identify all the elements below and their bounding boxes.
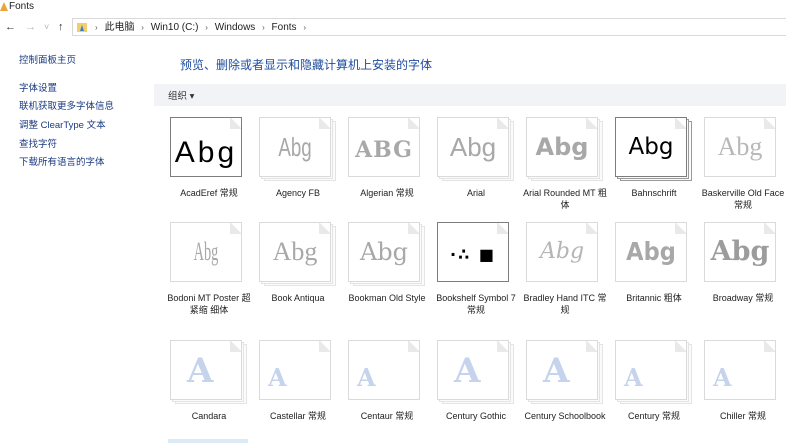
font-name: Britannic 粗体 (626, 293, 682, 303)
font-sample: A (624, 363, 643, 392)
font-sample: Abg (717, 132, 763, 161)
command-bar: 组织 ▾ (154, 84, 786, 106)
sidebar-item-get-font-info-online[interactable]: 联机获取更多字体信息 (19, 98, 114, 112)
title-bar: Fonts (0, 0, 786, 14)
font-preview: Abg (170, 117, 242, 177)
font-name: Century 常规 (627, 411, 680, 421)
sidebar-item-font-settings[interactable]: 字体设置 (19, 80, 57, 94)
font-preview: A (170, 340, 247, 404)
font-preview: Abg (526, 117, 603, 181)
font-preview: A (704, 340, 776, 400)
font-sample: Abg (272, 237, 318, 266)
font-name: Baskerville Old Face 常规 (701, 188, 785, 210)
sidebar-item-adjust-cleartype[interactable]: 调整 ClearType 文本 (19, 117, 106, 131)
font-preview: Abg (348, 222, 425, 286)
font-name: Arial Rounded MT 粗体 (523, 188, 607, 210)
font-name: Arial (466, 188, 485, 198)
font-sample: Abg (359, 238, 409, 266)
font-preview: Abg (259, 117, 336, 181)
address-bar[interactable]: › 此电脑 › Win10 (C:) › Windows › Fonts › (72, 18, 786, 36)
font-preview: ABG (348, 117, 420, 177)
font-sample: Abg (449, 132, 497, 162)
fonts-folder-icon (77, 23, 87, 32)
font-sample: A (543, 351, 570, 391)
font-name: AcadEref 常规 (180, 188, 238, 198)
breadcrumb-drive[interactable]: Win10 (C:) (151, 22, 199, 33)
font-sample: ABG (355, 137, 413, 163)
font-grid: Abg AcadEref 常规 Abg Agency FB ABG Algeri… (165, 112, 785, 443)
font-name: Bradley Hand ITC 常规 (523, 293, 607, 315)
font-preview: Abg (170, 222, 242, 282)
font-name: Century Gothic (445, 411, 507, 421)
font-preview: Abg (615, 222, 687, 282)
breadcrumb: › 此电脑 › Win10 (C:) › Windows › Fonts › (91, 21, 310, 34)
selection-highlight (168, 439, 248, 443)
font-sample: ·∴ ■ (450, 245, 496, 264)
breadcrumb-windows[interactable]: Windows (215, 22, 256, 33)
font-sample: A (713, 363, 732, 392)
font-name: Bodoni MT Poster 超紧缩 细体 (167, 293, 251, 315)
sidebar-item-control-panel-home[interactable]: 控制面板主页 (19, 52, 76, 66)
chevron-right-icon: › (205, 23, 208, 32)
font-sample: Abg (535, 133, 589, 161)
font-preview: Abg (615, 117, 692, 181)
font-sample: Abg (278, 132, 312, 162)
font-sample: Abg (539, 239, 585, 264)
font-sample: Abg (193, 237, 219, 266)
font-name: Bookman Old Style (348, 293, 426, 303)
font-preview: Abg (704, 222, 776, 282)
font-preview: Abg (437, 117, 514, 181)
font-sample: A (357, 363, 376, 392)
font-name: Castellar 常规 (269, 411, 326, 421)
forward-button[interactable]: → (25, 20, 36, 34)
page-title: 预览、删除或者显示和隐藏计算机上安装的字体 (180, 58, 433, 72)
address-row: ← → ˅ ↑ › 此电脑 › Win10 (C:) › Windows › F… (0, 17, 786, 37)
font-preview: A (259, 340, 331, 400)
organize-menu-button[interactable]: 组织 ▾ (168, 88, 194, 102)
font-preview: ·∴ ■ (437, 222, 509, 282)
font-preview: Abg (526, 222, 598, 282)
font-sample: A (454, 351, 481, 391)
font-sample: A (187, 351, 214, 391)
chevron-right-icon: › (262, 23, 265, 32)
fonts-folder-icon (0, 2, 8, 11)
chevron-right-icon: › (303, 23, 306, 32)
font-sample: Abg (626, 237, 676, 266)
font-name: Bahnschrift (631, 188, 677, 198)
recent-locations-button[interactable]: ˅ (44, 20, 49, 34)
back-button[interactable]: ← (5, 20, 16, 34)
font-name: Bookshelf Symbol 7 常规 (436, 293, 516, 315)
window-title: Fonts (9, 1, 35, 12)
font-preview: A (348, 340, 420, 400)
font-name: Book Antiqua (271, 293, 325, 303)
font-name: Centaur 常规 (360, 411, 414, 421)
sidebar-item-download-fonts[interactable]: 下载所有语言的字体 (19, 154, 105, 168)
font-name: Agency FB (275, 188, 321, 198)
sidebar-item-find-character[interactable]: 查找字符 (19, 136, 57, 150)
font-name: Broadway 常规 (712, 293, 774, 303)
font-sample: Abg (710, 236, 770, 267)
breadcrumb-fonts[interactable]: Fonts (272, 22, 297, 33)
font-sample: Abg (174, 136, 238, 169)
font-name: Algerian 常规 (360, 188, 414, 198)
font-name: Century Schoolbook (524, 411, 606, 421)
breadcrumb-this-pc[interactable]: 此电脑 (104, 22, 134, 33)
font-preview: Abg (704, 117, 776, 177)
font-name: Candara (191, 411, 227, 421)
font-name: Chiller 常规 (719, 411, 766, 421)
font-preview: A (526, 340, 603, 404)
font-sample: A (268, 363, 287, 392)
font-preview: A (437, 340, 514, 404)
chevron-right-icon: › (95, 23, 98, 32)
font-preview: Abg (259, 222, 336, 286)
font-sample: Abg (628, 134, 674, 160)
font-preview: A (615, 340, 692, 404)
chevron-right-icon: › (141, 23, 144, 32)
up-button[interactable]: ↑ (58, 20, 64, 34)
